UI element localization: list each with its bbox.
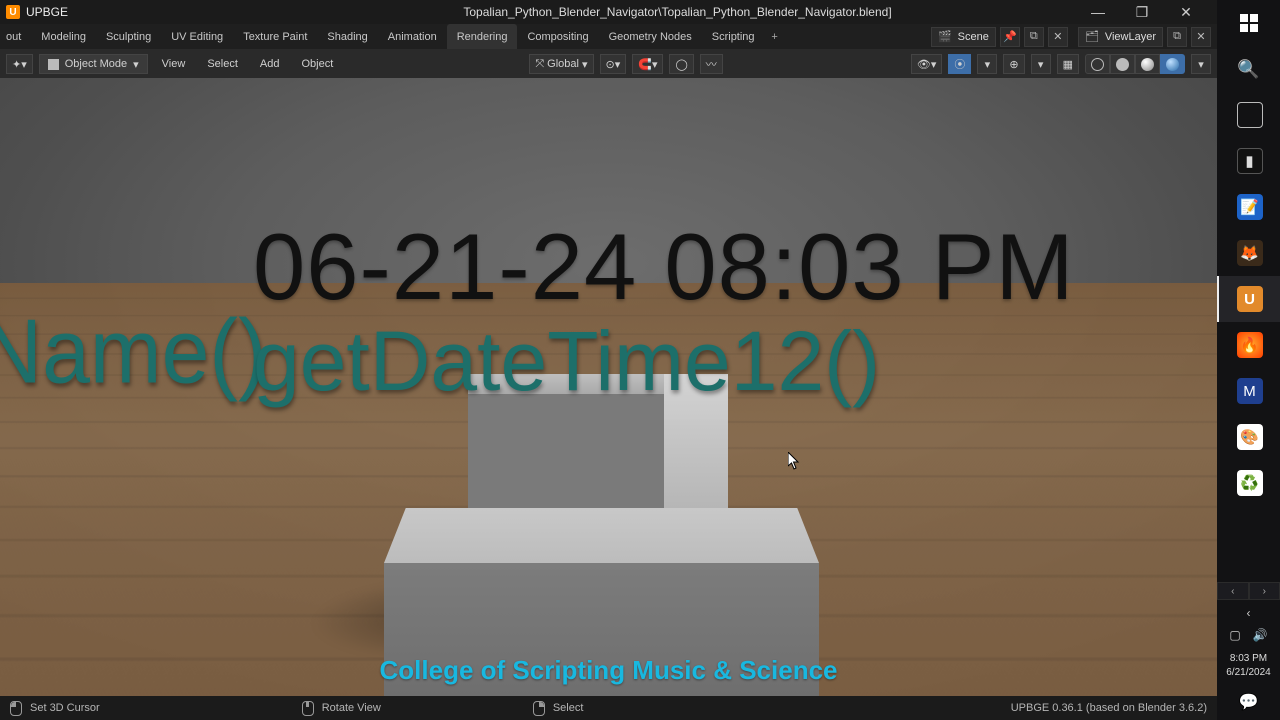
gizmo-options[interactable]: ▾ (977, 54, 997, 74)
visibility-button[interactable]: 👁▾ (911, 54, 943, 74)
object-mode-icon (48, 59, 59, 70)
window-minimize-button[interactable]: — (1083, 4, 1113, 21)
mode-selector[interactable]: Object Mode ▾ (39, 54, 148, 74)
status-bar: Set 3D Cursor Rotate View Select UPBGE 0… (0, 696, 1217, 720)
taskbar-clock[interactable]: 8:03 PM 6/21/2024 (1226, 648, 1271, 684)
tab-out-partial[interactable]: out (2, 24, 31, 49)
proportional-toggle[interactable]: ◯ (669, 54, 693, 74)
snap-toggle[interactable]: 🧲▾ (632, 54, 663, 74)
pivot-selector[interactable]: ⊙▾ (600, 54, 627, 74)
viewport-3d[interactable]: 06-21-24 08:03 PM Name() getDateTime12()… (0, 78, 1217, 696)
taskbar-search-button[interactable]: 🔍 (1217, 46, 1280, 92)
app-name: UPBGE (26, 5, 68, 19)
taskbar-upbge[interactable]: U (1217, 276, 1280, 322)
tab-texture-paint[interactable]: Texture Paint (233, 24, 317, 49)
overlay-toggle[interactable]: ⊕ (1003, 54, 1024, 74)
scene-pin-button[interactable]: 📌 (1000, 27, 1020, 47)
tab-sculpting[interactable]: Sculpting (96, 24, 161, 49)
scene-clock-text: 06-21-24 08:03 PM (253, 213, 1075, 321)
xray-toggle[interactable]: ▦ (1057, 54, 1079, 74)
viewlayer-copy-button[interactable]: ⧉ (1167, 27, 1187, 47)
scene-name: Scene (958, 31, 989, 43)
orientation-label: Global (547, 58, 579, 70)
taskbar-scroll-right[interactable]: › (1249, 582, 1280, 600)
mouse-right-icon (533, 701, 545, 716)
tray-expand-icon[interactable]: ‹ (1246, 606, 1250, 620)
shading-material[interactable] (1135, 54, 1160, 74)
system-tray[interactable]: ‹ ▢ 🔊 (1229, 600, 1267, 648)
viewlayer-delete-button[interactable]: ✕ (1191, 27, 1211, 47)
editor-type-button[interactable]: ✦▾ (6, 54, 33, 74)
taskbar-gimp[interactable]: 🦊 (1217, 230, 1280, 276)
taskbar-scroll-left[interactable]: ‹ (1217, 582, 1249, 600)
taskbar-blue-app[interactable]: M (1217, 368, 1280, 414)
windows-taskbar: 🔍 ▮ 📝 🦊 U 🔥 M 🎨 ♻️ ‹ › ‹ ▢ 🔊 8:03 PM 6/2… (1217, 0, 1280, 720)
add-workspace-button[interactable]: + (765, 24, 785, 49)
shading-mode-segment (1085, 54, 1185, 74)
viewport-header: ✦▾ Object Mode ▾ View Select Add Object … (0, 50, 1217, 78)
scene-fn-name-text: Name() (0, 300, 267, 405)
status-middle-hint: Rotate View (322, 702, 381, 714)
chevron-down-icon: ▾ (582, 58, 588, 71)
viewlayer-name: ViewLayer (1105, 31, 1156, 43)
tab-modeling[interactable]: Modeling (31, 24, 96, 49)
tray-project-icon[interactable]: ▢ (1229, 628, 1240, 642)
scene-icon: 🎬 (938, 30, 952, 43)
tab-uv-editing[interactable]: UV Editing (161, 24, 233, 49)
taskbar-terminal[interactable]: ▮ (1217, 138, 1280, 184)
tab-scripting[interactable]: Scripting (702, 24, 765, 49)
taskbar-editor[interactable]: 📝 (1217, 184, 1280, 230)
proportional-curve[interactable]: 〰 (700, 54, 723, 74)
window-close-button[interactable]: ✕ (1171, 4, 1201, 21)
scene-copy-button[interactable]: ⧉ (1024, 27, 1044, 47)
chevron-down-icon: ▾ (133, 58, 139, 71)
mouse-left-icon (10, 701, 22, 716)
menu-add[interactable]: Add (252, 54, 288, 74)
scene-selector[interactable]: 🎬 Scene (931, 27, 996, 47)
overlay-options[interactable]: ▾ (1031, 54, 1051, 74)
shading-rendered[interactable] (1160, 54, 1185, 74)
window-titlebar: U UPBGE Topalian_Python_Blender_Navigato… (0, 0, 1217, 24)
shading-solid[interactable] (1110, 54, 1135, 74)
tab-rendering[interactable]: Rendering (447, 24, 518, 49)
tab-geometry-nodes[interactable]: Geometry Nodes (599, 24, 702, 49)
taskbar-clock-date: 6/21/2024 (1226, 666, 1271, 680)
taskbar-notifications-button[interactable]: 💬 (1239, 684, 1259, 720)
start-button[interactable] (1217, 0, 1280, 46)
gizmo-toggle[interactable]: ⦿ (948, 54, 971, 74)
tray-volume-icon[interactable]: 🔊 (1253, 628, 1268, 642)
taskbar-paint[interactable]: 🎨 (1217, 414, 1280, 460)
tab-shading[interactable]: Shading (317, 24, 377, 49)
menu-object[interactable]: Object (293, 54, 341, 74)
workspace-tabstrip: out Modeling Sculpting UV Editing Textur… (0, 24, 1217, 50)
status-version: UPBGE 0.36.1 (based on Blender 3.6.2) (1011, 702, 1207, 714)
mode-label: Object Mode (65, 58, 127, 70)
tab-animation[interactable]: Animation (378, 24, 447, 49)
menu-select[interactable]: Select (199, 54, 246, 74)
orientation-selector[interactable]: ⤧ Global ▾ (529, 54, 593, 74)
status-left-hint: Set 3D Cursor (30, 702, 100, 714)
scene-delete-button[interactable]: ✕ (1048, 27, 1068, 47)
taskbar-clock-time: 8:03 PM (1226, 652, 1271, 666)
mouse-middle-icon (302, 701, 314, 716)
viewlayer-selector[interactable]: 🗂 ViewLayer (1078, 27, 1163, 47)
taskbar-green-app[interactable]: ♻️ (1217, 460, 1280, 506)
taskbar-firefox[interactable]: 🔥 (1217, 322, 1280, 368)
college-caption: College of Scripting Music & Science (380, 655, 838, 686)
scene-fn-datetime-text: getDateTime12() (253, 313, 880, 410)
file-path: Topalian_Python_Blender_Navigator\Topali… (280, 5, 1075, 19)
mouse-cursor-icon (788, 452, 800, 470)
window-maximize-button[interactable]: ❐ (1127, 4, 1157, 21)
taskbar-scroll-arrows[interactable]: ‹ › (1217, 582, 1280, 600)
status-right-hint: Select (553, 702, 584, 714)
taskbar-taskview-button[interactable] (1217, 92, 1280, 138)
orientation-icon: ⤧ (535, 58, 544, 71)
viewlayer-icon: 🗂 (1085, 30, 1099, 43)
menu-view[interactable]: View (154, 54, 194, 74)
upbge-icon: U (6, 5, 20, 19)
tab-compositing[interactable]: Compositing (517, 24, 598, 49)
shading-options[interactable]: ▾ (1191, 54, 1211, 74)
shading-wireframe[interactable] (1085, 54, 1110, 74)
